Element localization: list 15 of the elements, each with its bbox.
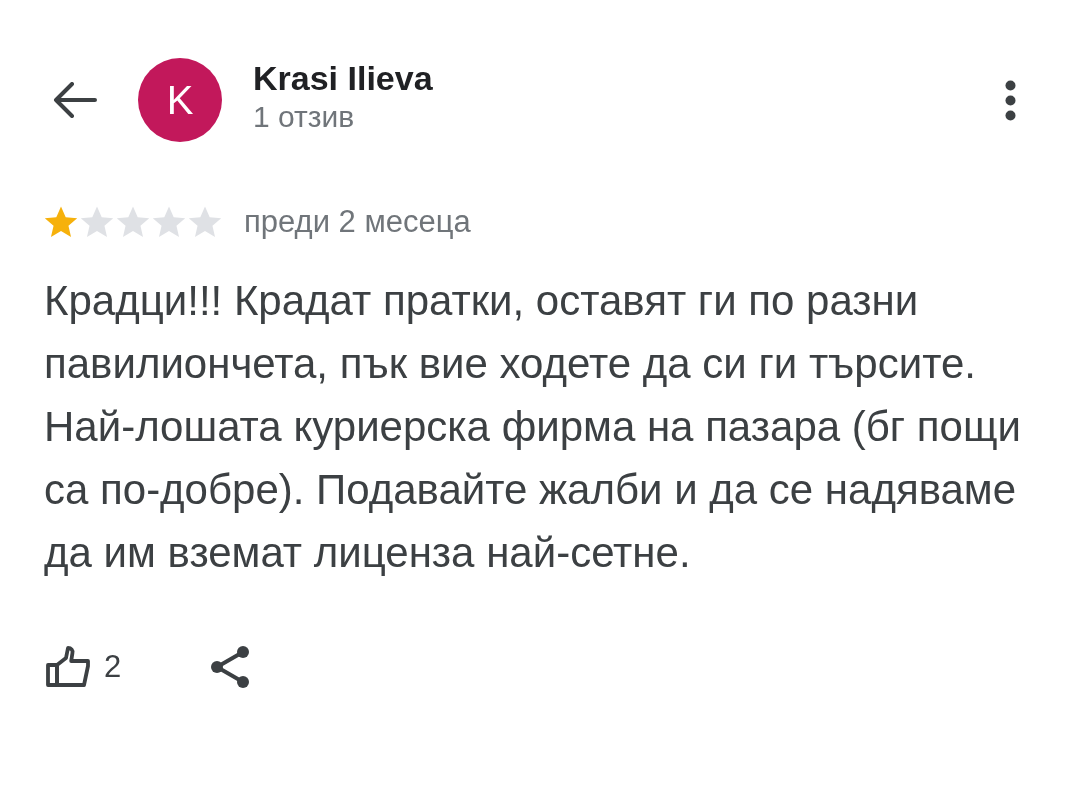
avatar: K: [138, 58, 222, 142]
more-options-icon: [1004, 79, 1016, 121]
review-date: преди 2 месеца: [244, 204, 471, 240]
back-arrow-icon: [53, 82, 97, 118]
share-icon: [209, 645, 252, 689]
like-button[interactable]: 2: [46, 645, 122, 689]
reviewer-name: Krasi Ilieva: [253, 58, 433, 99]
review-count: 1 отзив: [253, 99, 356, 135]
star-icon: [152, 205, 186, 239]
thumbs-up-icon: [46, 645, 90, 689]
review-text: Крадци!!! Крадат пратки, оставят ги по разни павилиончета, пък вие ходете да си ги търсите. Най-лошата куриерска фирма на пазара (бг пощи са по-добре). Подавайте жалби и да се надяваме да им вземат лиценза най-сетне.: [44, 276, 1022, 578]
star-icon: [80, 205, 114, 239]
star-icon: [44, 205, 78, 239]
star-icon: [116, 205, 150, 239]
star-icon: [188, 205, 222, 239]
